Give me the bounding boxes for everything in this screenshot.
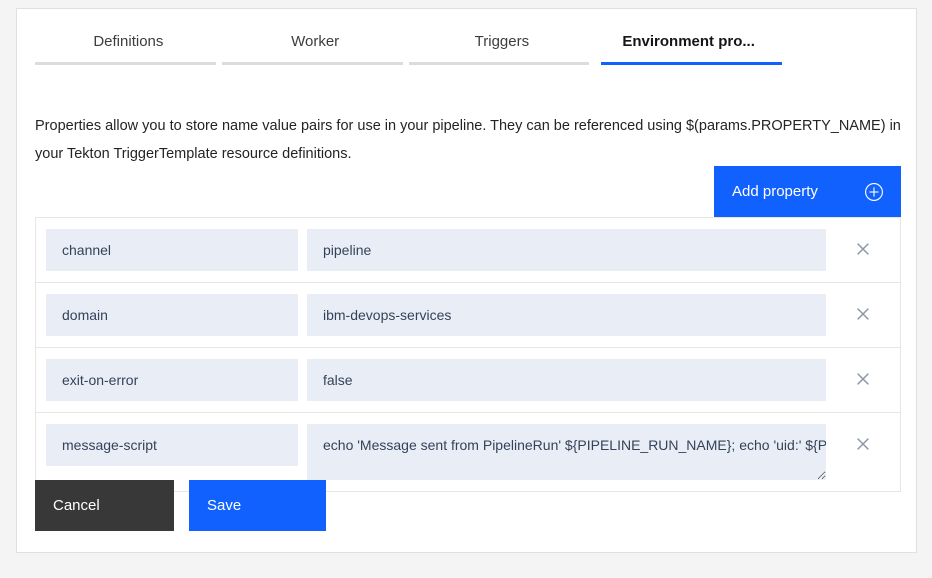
properties-description: Properties allow you to store name value… [35,117,901,162]
property-value-input[interactable] [307,359,826,401]
close-icon [854,370,872,391]
property-value-textarea[interactable]: echo 'Message sent from PipelineRun' ${P… [307,424,826,480]
tab-environment-properties-label: Environment pro... [622,32,755,50]
property-value-input[interactable] [307,229,826,271]
table-row [36,348,900,413]
environment-properties-card: Definitions Worker Triggers Environment … [16,8,917,553]
save-button[interactable]: Save [189,480,326,531]
property-name-input[interactable] [46,294,298,336]
tab-bar: Definitions Worker Triggers Environment … [35,17,782,65]
plus-circle-icon [864,182,884,202]
tab-definitions[interactable]: Definitions [35,17,222,65]
property-name-input[interactable] [46,359,298,401]
cancel-button[interactable]: Cancel [35,480,174,531]
delete-property-button[interactable] [826,229,900,271]
property-name-input[interactable] [46,424,298,466]
properties-table: echo 'Message sent from PipelineRun' ${P… [35,217,901,492]
form-actions: Cancel Save [35,480,326,531]
delete-property-button[interactable] [826,294,900,336]
close-icon [854,240,872,261]
add-property-button[interactable]: Add property [714,166,901,217]
delete-property-button[interactable] [826,359,900,401]
tab-environment-properties[interactable]: Environment pro... [595,17,782,65]
add-property-button-label: Add property [732,183,818,200]
tab-worker[interactable]: Worker [221,17,409,65]
table-row [36,283,900,348]
property-name-input[interactable] [46,229,298,271]
tab-triggers-label: Triggers [474,32,530,50]
property-value-input[interactable] [307,294,826,336]
table-row [36,218,900,283]
close-icon [854,305,872,326]
tab-definitions-label: Definitions [93,32,164,50]
close-icon [854,435,872,456]
delete-property-button[interactable] [826,424,900,466]
tab-worker-label: Worker [291,32,340,50]
tab-triggers[interactable]: Triggers [408,17,596,65]
